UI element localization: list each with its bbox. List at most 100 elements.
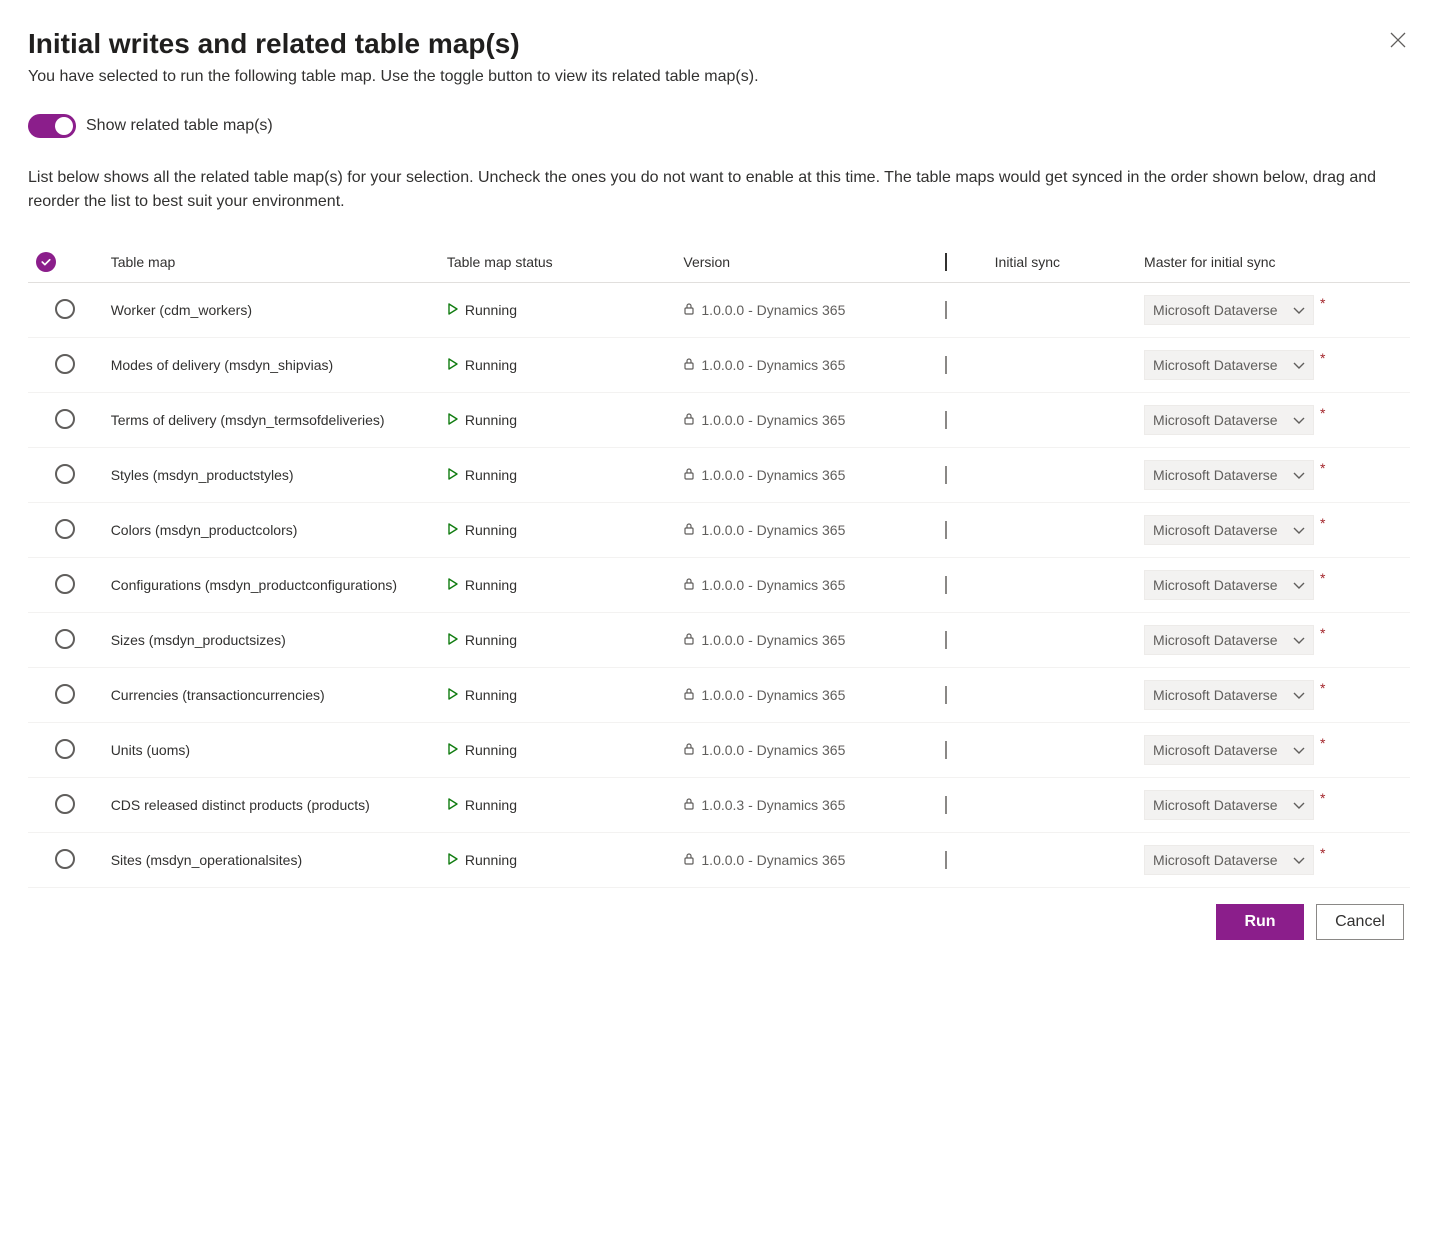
lock-icon — [683, 302, 695, 319]
required-asterisk: * — [1320, 845, 1325, 861]
row-select-radio[interactable] — [55, 684, 75, 704]
run-button[interactable]: Run — [1216, 904, 1304, 940]
master-dropdown[interactable]: Microsoft Dataverse — [1144, 405, 1314, 435]
status-text: Running — [465, 577, 517, 593]
required-asterisk: * — [1320, 570, 1325, 586]
status-text: Running — [465, 687, 517, 703]
chevron-down-icon — [1293, 852, 1305, 868]
play-icon — [447, 852, 459, 868]
master-dropdown-label: Microsoft Dataverse — [1153, 797, 1277, 813]
initial-sync-checkbox[interactable] — [945, 301, 947, 319]
master-dropdown[interactable]: Microsoft Dataverse — [1144, 625, 1314, 655]
chevron-down-icon — [1293, 467, 1305, 483]
table-map-name: Colors (msdyn_productcolors) — [103, 503, 439, 558]
play-icon — [447, 467, 459, 483]
row-select-radio[interactable] — [55, 409, 75, 429]
lock-icon — [683, 852, 695, 869]
master-dropdown-label: Microsoft Dataverse — [1153, 467, 1277, 483]
table-map-name: Sites (msdyn_operationalsites) — [103, 833, 439, 888]
table-map-name: Modes of delivery (msdyn_shipvias) — [103, 338, 439, 393]
version-text: 1.0.0.0 - Dynamics 365 — [701, 412, 845, 428]
initial-sync-select-all[interactable] — [945, 253, 947, 271]
master-dropdown[interactable]: Microsoft Dataverse — [1144, 350, 1314, 380]
status-text: Running — [465, 742, 517, 758]
table-row: Colors (msdyn_productcolors)Running1.0.0… — [28, 503, 1410, 558]
status-text: Running — [465, 357, 517, 373]
row-select-radio[interactable] — [55, 629, 75, 649]
play-icon — [447, 302, 459, 318]
chevron-down-icon — [1293, 577, 1305, 593]
col-header-version: Version — [675, 242, 936, 283]
row-select-radio[interactable] — [55, 354, 75, 374]
table-row: Modes of delivery (msdyn_shipvias) Runnin… — [28, 338, 1410, 393]
master-dropdown[interactable]: Microsoft Dataverse — [1144, 570, 1314, 600]
description-text: List below shows all the related table m… — [28, 166, 1410, 214]
version-text: 1.0.0.0 - Dynamics 365 — [701, 852, 845, 868]
table-row: Worker (cdm_workers)Running1.0.0.0 - Dyn… — [28, 283, 1410, 338]
row-select-radio[interactable] — [55, 794, 75, 814]
master-dropdown-label: Microsoft Dataverse — [1153, 522, 1277, 538]
initial-sync-checkbox[interactable] — [945, 796, 947, 814]
initial-sync-checkbox[interactable] — [945, 741, 947, 759]
table-row: Units (uoms)Running1.0.0.0 - Dynamics 36… — [28, 723, 1410, 778]
version-text: 1.0.0.0 - Dynamics 365 — [701, 357, 845, 373]
play-icon — [447, 412, 459, 428]
page-title: Initial writes and related table map(s) — [28, 28, 759, 60]
row-select-radio[interactable] — [55, 464, 75, 484]
master-dropdown-label: Microsoft Dataverse — [1153, 412, 1277, 428]
initial-sync-checkbox[interactable] — [945, 521, 947, 539]
initial-sync-checkbox[interactable] — [945, 576, 947, 594]
play-icon — [447, 357, 459, 373]
master-dropdown[interactable]: Microsoft Dataverse — [1144, 680, 1314, 710]
play-icon — [447, 742, 459, 758]
status-text: Running — [465, 302, 517, 318]
play-icon — [447, 522, 459, 538]
version-text: 1.0.0.0 - Dynamics 365 — [701, 522, 845, 538]
row-select-radio[interactable] — [55, 849, 75, 869]
close-icon[interactable] — [1386, 28, 1410, 56]
lock-icon — [683, 577, 695, 594]
master-dropdown-label: Microsoft Dataverse — [1153, 357, 1277, 373]
lock-icon — [683, 632, 695, 649]
status-text: Running — [465, 797, 517, 813]
row-select-radio[interactable] — [55, 739, 75, 759]
initial-sync-checkbox[interactable] — [945, 411, 947, 429]
cancel-button[interactable]: Cancel — [1316, 904, 1404, 940]
table-maps-table: Table map Table map status Version Initi… — [28, 242, 1410, 888]
chevron-down-icon — [1293, 412, 1305, 428]
master-dropdown[interactable]: Microsoft Dataverse — [1144, 460, 1314, 490]
initial-sync-checkbox[interactable] — [945, 356, 947, 374]
page-subtitle: You have selected to run the following t… — [28, 68, 759, 86]
master-dropdown[interactable]: Microsoft Dataverse — [1144, 295, 1314, 325]
master-dropdown[interactable]: Microsoft Dataverse — [1144, 515, 1314, 545]
master-dropdown[interactable]: Microsoft Dataverse — [1144, 790, 1314, 820]
table-map-name: Configurations (msdyn_productconfigurati… — [103, 558, 439, 613]
version-text: 1.0.0.0 - Dynamics 365 — [701, 467, 845, 483]
status-text: Running — [465, 852, 517, 868]
show-related-toggle[interactable] — [28, 114, 76, 138]
master-dropdown[interactable]: Microsoft Dataverse — [1144, 735, 1314, 765]
required-asterisk: * — [1320, 515, 1325, 531]
master-dropdown-label: Microsoft Dataverse — [1153, 852, 1277, 868]
row-select-radio[interactable] — [55, 299, 75, 319]
initial-sync-checkbox[interactable] — [945, 631, 947, 649]
chevron-down-icon — [1293, 797, 1305, 813]
master-dropdown-label: Microsoft Dataverse — [1153, 632, 1277, 648]
initial-sync-checkbox[interactable] — [945, 466, 947, 484]
master-dropdown[interactable]: Microsoft Dataverse — [1144, 845, 1314, 875]
chevron-down-icon — [1293, 522, 1305, 538]
select-all-check[interactable] — [36, 252, 56, 272]
row-select-radio[interactable] — [55, 519, 75, 539]
show-related-toggle-label: Show related table map(s) — [86, 117, 273, 135]
required-asterisk: * — [1320, 405, 1325, 421]
col-header-table-map: Table map — [103, 242, 439, 283]
initial-sync-checkbox[interactable] — [945, 686, 947, 704]
col-header-master: Master for initial sync — [1136, 242, 1410, 283]
chevron-down-icon — [1293, 742, 1305, 758]
required-asterisk: * — [1320, 790, 1325, 806]
row-select-radio[interactable] — [55, 574, 75, 594]
initial-sync-checkbox[interactable] — [945, 851, 947, 869]
play-icon — [447, 632, 459, 648]
chevron-down-icon — [1293, 687, 1305, 703]
required-asterisk: * — [1320, 295, 1325, 311]
